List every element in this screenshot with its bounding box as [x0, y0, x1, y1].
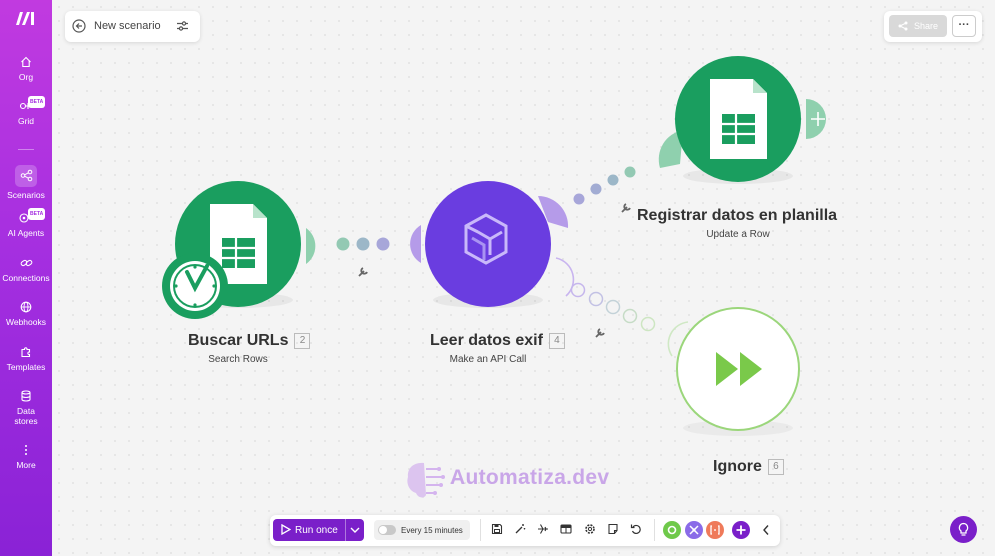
share-icon — [898, 21, 908, 31]
chevron-down-icon[interactable] — [350, 526, 360, 534]
scenario-header: New scenario — [65, 11, 200, 42]
share-button[interactable]: Share — [889, 15, 947, 37]
module-title: Registrar datos en planilla — [637, 207, 838, 224]
connection-dot — [336, 237, 350, 251]
connection-dot — [588, 291, 604, 307]
module-subtitle: Make an API Call — [449, 354, 527, 365]
brain-circuit-logo — [407, 462, 445, 498]
module-title: Buscar URLs 2 — [188, 332, 311, 350]
connection-dot — [570, 282, 586, 298]
add-app-button[interactable] — [732, 521, 750, 539]
connection-dot — [605, 299, 621, 315]
schedule-clock-icon[interactable] — [162, 253, 228, 319]
run-once-button[interactable]: Run once — [273, 519, 364, 541]
more-options-button[interactable]: ··· — [952, 15, 976, 37]
module-subtitle: Update a Row — [706, 229, 770, 240]
wrench-icon[interactable] — [358, 267, 368, 277]
module-title: Leer datos exif 4 — [430, 332, 565, 350]
magic-wand-icon[interactable] — [514, 523, 526, 535]
module-title: Ignore 6 — [713, 458, 784, 476]
connection-dot — [640, 316, 656, 332]
leer-input-connector[interactable] — [410, 225, 421, 263]
flow-control-app-icon[interactable] — [685, 521, 703, 539]
top-right-actions: Share ··· — [884, 11, 982, 42]
gear-icon[interactable] — [584, 523, 596, 535]
module-subtitle: Search Rows — [208, 354, 268, 365]
help-button[interactable] — [950, 516, 977, 543]
notes-table-icon[interactable] — [560, 523, 572, 535]
module-number-badge: 4 — [548, 333, 565, 349]
run-once-label: Run once — [295, 525, 338, 536]
connection-dot — [622, 308, 638, 324]
lightbulb-icon — [958, 522, 969, 536]
buscar-output-connector[interactable] — [306, 228, 316, 264]
bottom-toolbar: Run once Every 15 minutes — [270, 515, 780, 546]
schedule-toggle[interactable]: Every 15 minutes — [374, 520, 470, 540]
wrench-icon[interactable] — [595, 328, 605, 338]
play-icon — [281, 524, 291, 535]
module-registrar-datos[interactable] — [675, 56, 801, 182]
module-leer-datos-exif[interactable] — [425, 181, 551, 307]
toolbar-divider — [654, 519, 655, 541]
module-number-badge: 6 — [767, 459, 784, 475]
back-arrow-icon[interactable] — [72, 19, 86, 33]
schedule-switch[interactable] — [378, 525, 396, 535]
settings-sliders-icon[interactable] — [176, 20, 189, 32]
chevron-left-icon[interactable] — [762, 524, 770, 536]
connection-dot — [356, 237, 370, 251]
connection-dot — [624, 166, 636, 178]
schedule-label: Every 15 minutes — [401, 526, 463, 535]
plus-icon — [736, 525, 746, 535]
connection-dot — [590, 183, 602, 195]
module-title-text: Buscar URLs — [188, 332, 289, 349]
save-icon[interactable] — [491, 523, 503, 535]
watermark-text: Automatiza.dev — [450, 466, 610, 489]
text-parser-app-icon[interactable] — [706, 521, 724, 539]
tools-app-icon[interactable] — [663, 521, 681, 539]
undo-icon[interactable] — [630, 523, 642, 535]
plane-icon[interactable] — [537, 523, 549, 535]
share-label: Share — [914, 21, 939, 31]
module-title-text: Ignore — [713, 458, 762, 475]
wrench-icon[interactable] — [621, 203, 631, 213]
run-divider — [345, 519, 346, 541]
connection-dot — [573, 193, 585, 205]
toolbar-divider — [480, 519, 481, 541]
module-number-badge: 2 — [294, 333, 311, 349]
note-icon[interactable] — [607, 523, 619, 535]
scenario-name[interactable]: New scenario — [94, 20, 161, 32]
module-title-text: Leer datos exif — [430, 332, 543, 349]
google-sheets-icon — [710, 79, 767, 159]
module-ignore[interactable] — [676, 307, 800, 431]
connection-dot — [376, 237, 390, 251]
connection-dot — [607, 174, 619, 186]
